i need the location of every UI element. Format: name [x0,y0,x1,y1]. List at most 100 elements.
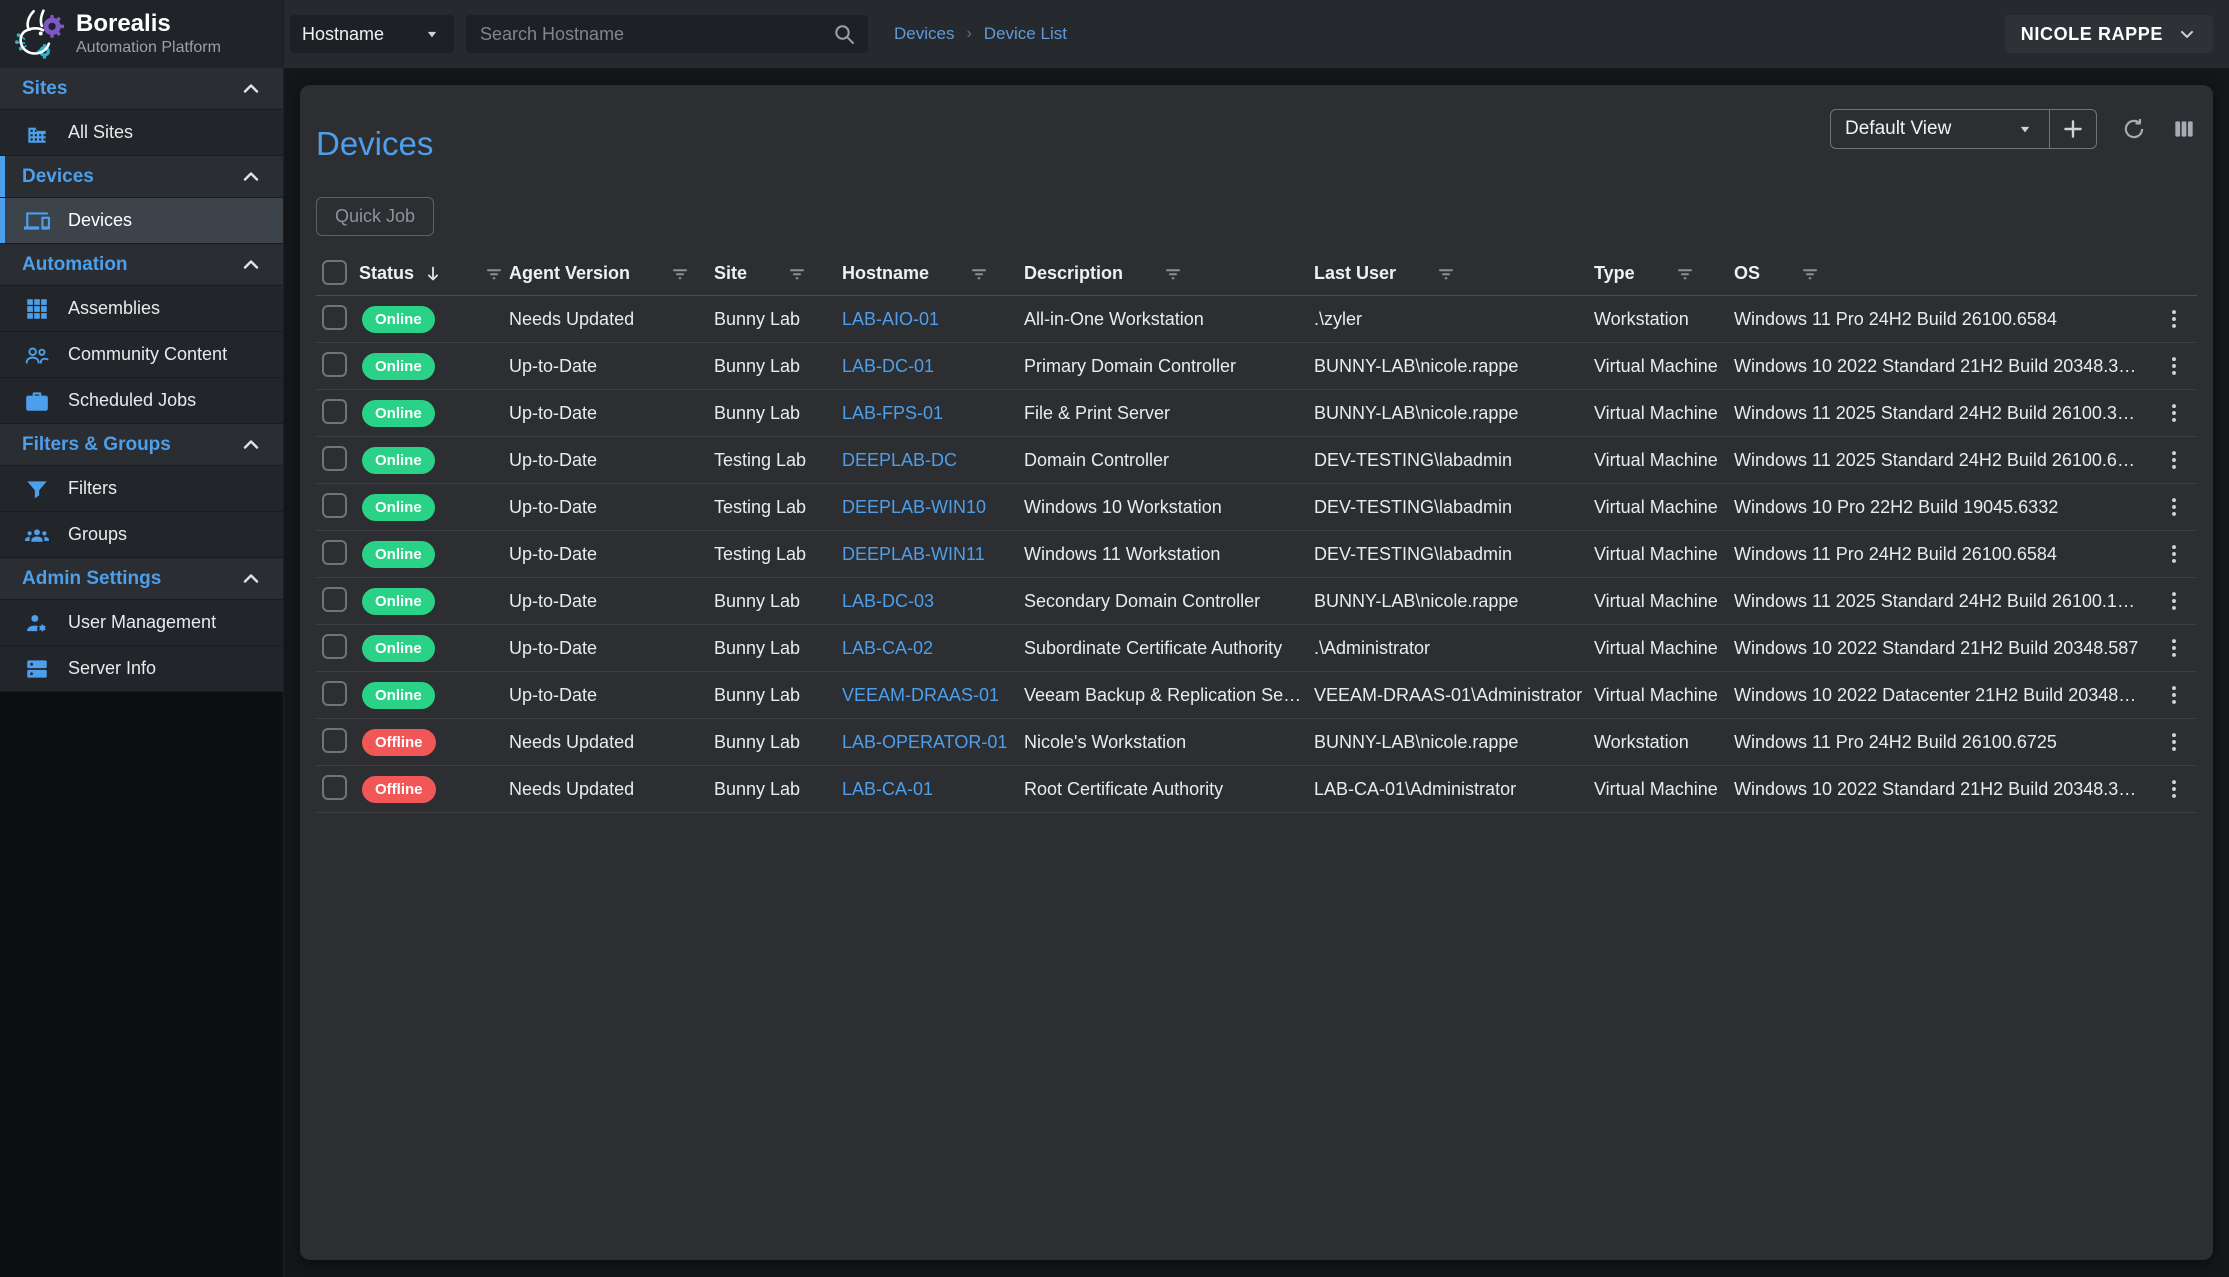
sidebar-section-label: Filters & Groups [22,434,171,456]
hostname-link[interactable]: LAB-OPERATOR-01 [842,732,1007,752]
filter-list-icon[interactable] [1798,262,1822,286]
sidebar-section-admin-settings[interactable]: Admin Settings [0,558,283,600]
row-checkbox[interactable] [322,587,347,612]
quick-job-button[interactable]: Quick Job [316,197,434,236]
filter-list-icon[interactable] [1161,262,1185,286]
caret-down-icon [422,24,442,44]
search-input[interactable] [478,23,832,46]
column-header-label-type[interactable]: Type [1594,263,1635,284]
view-selector[interactable]: Default View [1831,110,2049,148]
breadcrumb-device-list[interactable]: Device List [984,24,1067,44]
row-actions-button[interactable] [2159,539,2189,569]
sidebar-section-filters-groups[interactable]: Filters & Groups [0,424,283,466]
row-actions-button[interactable] [2159,304,2189,334]
sidebar-item-server-info[interactable]: Server Info [0,646,283,692]
column-header-label-status[interactable]: Status [359,263,414,284]
search-bar [466,15,868,53]
columns-button[interactable] [2171,116,2197,142]
column-header-label-os[interactable]: OS [1734,263,1760,284]
content-area: Devices Default View [284,68,2229,1277]
sidebar-section-label: Admin Settings [22,568,161,590]
breadcrumb-separator: › [966,25,971,43]
sidebar-section-sites[interactable]: Sites [0,68,283,110]
people-icon [24,342,50,368]
sort-desc-icon[interactable] [422,263,444,285]
sidebar-item-all-sites[interactable]: All Sites [0,110,283,156]
search-field-selector[interactable]: Hostname [290,15,454,53]
status-badge: Online [362,682,435,709]
row-checkbox[interactable] [322,352,347,377]
chevron-up-icon [239,165,263,189]
chevron-up-icon [239,253,263,277]
row-actions-button[interactable] [2159,351,2189,381]
column-header-label-description[interactable]: Description [1024,263,1123,284]
sidebar-item-scheduled-jobs[interactable]: Scheduled Jobs [0,378,283,424]
column-header-label-agent_version[interactable]: Agent Version [509,263,630,284]
sidebar-item-groups[interactable]: Groups [0,512,283,558]
row-actions-button[interactable] [2159,774,2189,804]
os-cell: Windows 10 2022 Datacenter 21H2 Build 20… [1734,685,2149,706]
user-menu[interactable]: NICOLE RAPPE [2005,15,2213,53]
brand-home[interactable]: Borealis Automation Platform [0,0,283,68]
hostname-link[interactable]: LAB-CA-01 [842,779,933,799]
sidebar-item-filters[interactable]: Filters [0,466,283,512]
row-checkbox[interactable] [322,681,347,706]
row-actions-button[interactable] [2159,727,2189,757]
column-header-label-hostname[interactable]: Hostname [842,263,929,284]
sidebar-item-user-management[interactable]: User Management [0,600,283,646]
row-checkbox[interactable] [322,540,347,565]
more-vert-icon [2161,541,2187,567]
row-checkbox[interactable] [322,775,347,800]
row-checkbox[interactable] [322,446,347,471]
topbar: Hostname Devices › Device List NICOLE RA… [284,0,2229,68]
hostname-link[interactable]: LAB-FPS-01 [842,403,943,423]
row-actions-button[interactable] [2159,492,2189,522]
row-actions-button[interactable] [2159,633,2189,663]
sidebar-section-label: Automation [22,254,128,276]
sidebar-section-automation[interactable]: Automation [0,244,283,286]
row-checkbox[interactable] [322,493,347,518]
filter-list-icon[interactable] [785,262,809,286]
filter-list-icon[interactable] [1673,262,1697,286]
filter-list-icon[interactable] [668,262,692,286]
filter-list-icon[interactable] [482,262,506,286]
hostname-link[interactable]: LAB-AIO-01 [842,309,939,329]
description-cell: Nicole's Workstation [1024,732,1314,753]
column-header-label-site[interactable]: Site [714,263,747,284]
column-header-status: Status [359,262,509,286]
hostname-link[interactable]: DEEPLAB-DC [842,450,957,470]
row-actions-button[interactable] [2159,398,2189,428]
sidebar-item-devices[interactable]: Devices [0,198,283,244]
row-checkbox[interactable] [322,634,347,659]
row-checkbox[interactable] [322,728,347,753]
table-row: OnlineUp-to-DateTesting LabDEEPLAB-WIN11… [316,531,2197,578]
hostname-link[interactable]: DEEPLAB-WIN11 [842,544,985,564]
hostname-link[interactable]: DEEPLAB-WIN10 [842,497,986,517]
sidebar-item-community-content[interactable]: Community Content [0,332,283,378]
status-cell: Online [359,353,509,380]
site-cell: Bunny Lab [714,403,842,424]
breadcrumb-devices[interactable]: Devices [894,24,954,44]
row-checkbox[interactable] [322,305,347,330]
filter-list-icon[interactable] [967,262,991,286]
row-actions-button[interactable] [2159,586,2189,616]
status-cell: Online [359,400,509,427]
filter-list-icon[interactable] [1434,262,1458,286]
sidebar-item-assemblies[interactable]: Assemblies [0,286,283,332]
add-view-button[interactable] [2050,110,2096,148]
status-badge: Online [362,635,435,662]
sidebar-section-devices[interactable]: Devices [0,156,283,198]
status-cell: Offline [359,729,509,756]
type-cell: Virtual Machine [1594,779,1734,800]
more-vert-icon [2161,682,2187,708]
column-header-label-last_user[interactable]: Last User [1314,263,1396,284]
row-actions-button[interactable] [2159,445,2189,475]
refresh-button[interactable] [2121,116,2147,142]
hostname-link[interactable]: LAB-DC-03 [842,591,934,611]
hostname-link[interactable]: VEEAM-DRAAS-01 [842,685,999,705]
hostname-link[interactable]: LAB-CA-02 [842,638,933,658]
row-checkbox[interactable] [322,399,347,424]
hostname-link[interactable]: LAB-DC-01 [842,356,934,376]
select-all-checkbox[interactable] [322,260,347,285]
row-actions-button[interactable] [2159,680,2189,710]
